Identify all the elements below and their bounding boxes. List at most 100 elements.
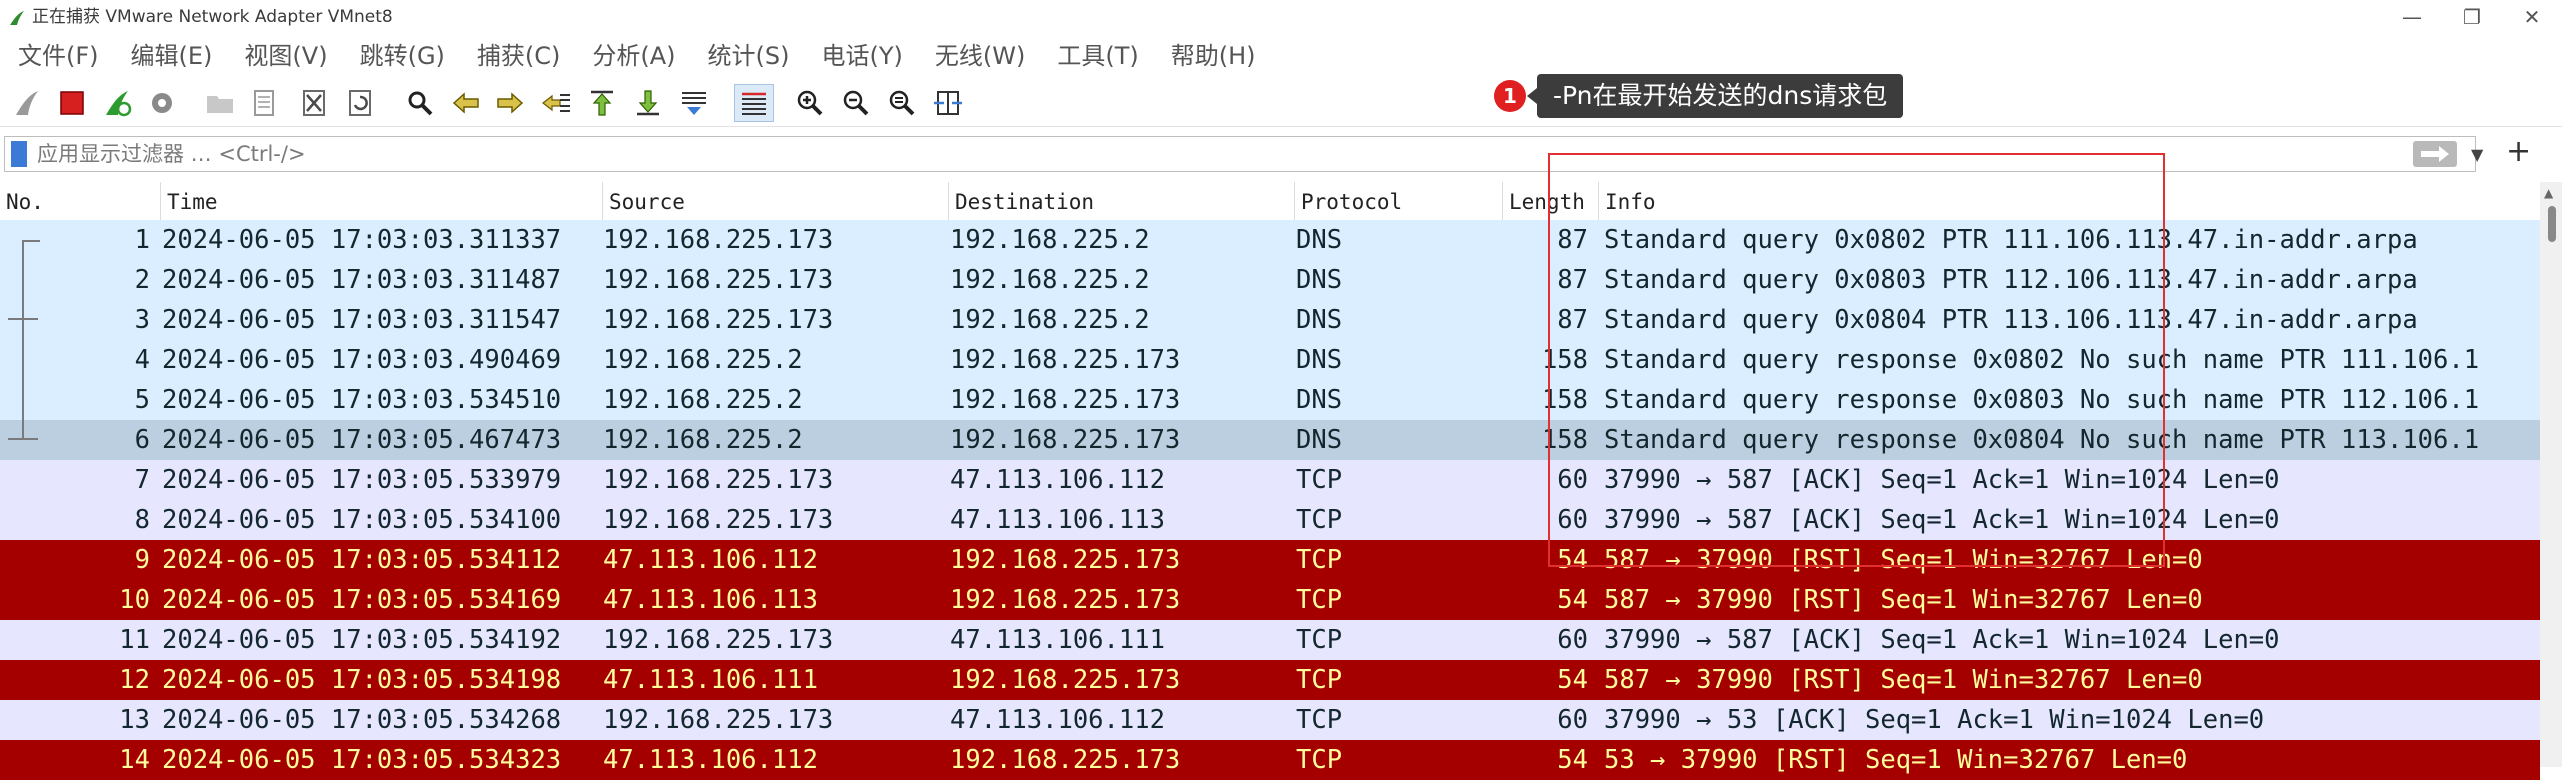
packet-destination: 47.113.106.112 [950, 465, 1165, 495]
packet-destination: 192.168.225.2 [950, 225, 1150, 255]
packet-row[interactable]: 5 2024-06-05 17:03:03.534510 192.168.225.2… [0, 380, 2540, 420]
menu-capture[interactable]: 捕获(C) [477, 36, 560, 76]
packet-info: Standard query 0x0802 PTR 111.106.113.47… [1604, 225, 2418, 255]
packet-source: 47.113.106.111 [603, 665, 818, 695]
display-filter-bar: ▼ [4, 136, 2483, 172]
packet-source: 192.168.225.2 [603, 385, 803, 415]
stop-icon [60, 91, 84, 115]
packet-info: Standard query response 0x0802 No such n… [1604, 345, 2480, 375]
packet-no: 9 [134, 545, 150, 575]
packet-protocol: TCP [1296, 545, 1343, 575]
column-header-protocol[interactable]: Protocol [1294, 182, 1502, 220]
close-file-icon [303, 90, 325, 116]
packet-source: 192.168.225.173 [603, 265, 834, 295]
packet-protocol: TCP [1296, 465, 1343, 495]
menu-view[interactable]: 视图(V) [244, 36, 327, 76]
zoom-in-icon [797, 90, 823, 116]
scroll-thumb[interactable] [2548, 206, 2556, 242]
add-filter-button[interactable]: + [2506, 134, 2531, 169]
conversation-line-start [22, 240, 40, 242]
go-back-button[interactable] [446, 84, 486, 122]
packet-row[interactable]: 12 2024-06-05 17:03:05.534198 47.113.106.1… [0, 660, 2540, 700]
packet-time: 2024-06-05 17:03:03.311487 [162, 265, 562, 295]
folder-icon [207, 96, 233, 113]
packet-row[interactable]: 4 2024-06-05 17:03:03.490469 192.168.225.2… [0, 340, 2540, 380]
packet-row[interactable]: 13 2024-06-05 17:03:05.534268 192.168.225.… [0, 700, 2540, 740]
packet-source: 47.113.106.113 [603, 585, 818, 615]
packet-row[interactable]: 11 2024-06-05 17:03:05.534192 192.168.225.… [0, 620, 2540, 660]
packet-protocol: TCP [1296, 585, 1343, 615]
menu-file[interactable]: 文件(F) [18, 36, 99, 76]
column-header-destination[interactable]: Destination [948, 182, 1294, 220]
column-header-info[interactable]: Info [1598, 182, 2540, 220]
minimize-button[interactable]: — [2382, 0, 2442, 34]
zoom-reset-button[interactable] [882, 84, 922, 122]
start-capture-button[interactable] [8, 84, 48, 122]
packet-length: 158 [1541, 425, 1588, 455]
save-file-button[interactable] [244, 84, 284, 122]
menu-edit[interactable]: 编辑(E) [131, 36, 213, 76]
open-file-button[interactable] [200, 84, 240, 122]
menu-statistics[interactable]: 统计(S) [708, 36, 790, 76]
resize-columns-button[interactable] [928, 84, 968, 122]
packet-length: 60 [1557, 625, 1588, 655]
menu-help[interactable]: 帮助(H) [1171, 36, 1256, 76]
packet-no: 7 [134, 465, 150, 495]
zoom-out-button[interactable] [836, 84, 876, 122]
first-packet-button[interactable] [582, 84, 622, 122]
zoom-reset-icon [889, 90, 915, 116]
packet-row[interactable]: 2 2024-06-05 17:03:03.311487 192.168.225.1… [0, 260, 2540, 300]
menu-analyze[interactable]: 分析(A) [592, 36, 675, 76]
packet-row[interactable]: 7 2024-06-05 17:03:05.533979 192.168.225.1… [0, 460, 2540, 500]
vertical-scrollbar[interactable] [2540, 182, 2562, 767]
packet-time: 2024-06-05 17:03:03.311547 [162, 305, 562, 335]
scroll-up-icon[interactable]: ▲ [2544, 186, 2553, 200]
packet-protocol: DNS [1296, 345, 1343, 375]
go-to-packet-button[interactable] [536, 84, 576, 122]
packet-time: 2024-06-05 17:03:05.534268 [162, 705, 562, 735]
menu-telephony[interactable]: 电话(Y) [822, 36, 903, 76]
packet-length: 158 [1541, 345, 1588, 375]
packet-info: 37990 → 587 [ACK] Seq=1 Ack=1 Win=1024 L… [1604, 505, 2280, 535]
autoscroll-icon [682, 92, 706, 115]
apply-filter-button[interactable] [2413, 141, 2457, 167]
chevron-down-icon[interactable]: ▼ [2471, 145, 2483, 164]
packet-row[interactable]: 10 2024-06-05 17:03:05.534169 47.113.106.1… [0, 580, 2540, 620]
reload-file-button[interactable] [340, 84, 380, 122]
capture-options-button[interactable] [142, 84, 182, 122]
stop-capture-button[interactable] [52, 84, 92, 122]
packet-destination: 192.168.225.173 [950, 345, 1181, 375]
column-header-time[interactable]: Time [160, 182, 602, 220]
packet-row[interactable]: 1 2024-06-05 17:03:03.311337 192.168.225.1… [0, 220, 2540, 260]
packet-row[interactable]: 6 2024-06-05 17:03:05.467473 192.168.225.2… [0, 420, 2540, 460]
packet-row[interactable]: 9 2024-06-05 17:03:05.534112 47.113.106.11… [0, 540, 2540, 580]
document-icon [254, 90, 274, 116]
last-packet-button[interactable] [628, 84, 668, 122]
magnifier-icon [408, 91, 433, 116]
column-header-length[interactable]: Length [1502, 182, 1598, 220]
bookmark-icon[interactable] [11, 141, 27, 167]
autoscroll-button[interactable] [674, 84, 714, 122]
column-header-source[interactable]: Source [602, 182, 948, 220]
packet-row[interactable]: 8 2024-06-05 17:03:05.534100 192.168.225.1… [0, 500, 2540, 540]
menu-tools[interactable]: 工具(T) [1057, 36, 1138, 76]
go-forward-button[interactable] [490, 84, 530, 122]
display-filter-input[interactable] [37, 137, 2377, 171]
maximize-button[interactable]: ❐ [2442, 0, 2502, 34]
find-packet-button[interactable] [400, 84, 440, 122]
column-header-no[interactable]: No. [0, 182, 160, 220]
close-button[interactable]: ✕ [2502, 0, 2562, 34]
restart-capture-button[interactable] [98, 84, 138, 122]
wireshark-fin-icon [10, 11, 24, 25]
packet-source: 192.168.225.2 [603, 345, 803, 375]
packet-destination: 192.168.225.173 [950, 545, 1181, 575]
close-file-button[interactable] [294, 84, 334, 122]
packet-row[interactable]: 14 2024-06-05 17:03:05.534323 47.113.106.1… [0, 740, 2540, 780]
packet-protocol: TCP [1296, 745, 1343, 775]
colorize-button[interactable] [734, 84, 774, 122]
zoom-in-button[interactable] [790, 84, 830, 122]
packet-row[interactable]: 3 2024-06-05 17:03:03.311547 192.168.225.1… [0, 300, 2540, 340]
menu-go[interactable]: 跳转(G) [360, 36, 445, 76]
menu-wireless[interactable]: 无线(W) [935, 36, 1025, 76]
packet-length: 60 [1557, 465, 1588, 495]
